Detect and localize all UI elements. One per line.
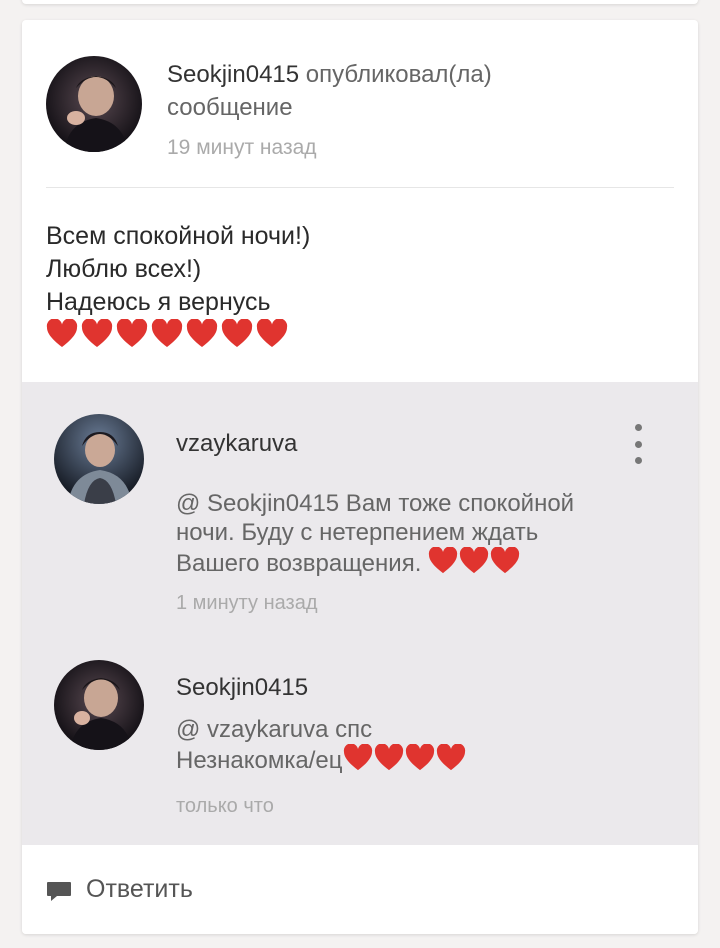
comment-text-line: Вашего возвращения. [176, 550, 422, 577]
comment-hearts [428, 547, 520, 575]
heart-icon [405, 744, 434, 771]
heart-icon [428, 547, 458, 574]
commenter-avatar[interactable] [54, 414, 144, 504]
comment-text-line: ночи. Буду с нетерпением ждать [176, 519, 539, 546]
post-body-line: Всем спокойной ночи!) [46, 222, 311, 250]
comment-hearts [343, 744, 466, 772]
post-hearts [46, 319, 666, 349]
comment-timestamp: только что [176, 795, 274, 817]
comment-icon [47, 882, 71, 901]
comment-text-line: Незнакомка/ец [176, 747, 343, 774]
post-action: опубликовал(ла) [305, 61, 492, 88]
heart-icon [46, 319, 78, 347]
post-timestamp: 19 минут назад [167, 136, 317, 159]
comment: Seokjin0415 @ vzaykaruva спс Незнакомка/… [22, 622, 698, 845]
heart-icon [459, 547, 489, 574]
post-body-line: Надеюсь я вернусь [46, 288, 271, 316]
post-body: Всем спокойной ночи!) Люблю всех!) Надею… [46, 220, 666, 349]
heart-icon [490, 547, 520, 574]
post-body-line: Люблю всех!) [46, 255, 202, 283]
author-avatar[interactable] [46, 56, 142, 152]
reply-label: Ответить [86, 875, 193, 903]
comment-text: @ Seokjin0415 Вам тоже спокойной ночи. Б… [176, 489, 646, 578]
heart-icon [343, 744, 372, 771]
commenter-name[interactable]: vzaykaruva [176, 430, 297, 458]
comments-section: vzaykaruva @ Seokjin0415 Вам тоже спокой… [22, 382, 698, 845]
heart-icon [374, 744, 403, 771]
more-options-icon[interactable] [632, 424, 644, 464]
heart-icon [221, 319, 253, 347]
comment: vzaykaruva @ Seokjin0415 Вам тоже спокой… [22, 382, 698, 622]
previous-card [22, 0, 698, 4]
comment-timestamp: 1 минуту назад [176, 592, 318, 614]
heart-icon [256, 319, 288, 347]
post-card: Seokjin0415 опубликовал(ла) сообщение 19… [22, 20, 698, 934]
comment-text: @ vzaykaruva спс Незнакомка/ец [176, 715, 646, 775]
commenter-avatar[interactable] [54, 660, 144, 750]
comment-text-line: @ vzaykaruva спс [176, 716, 373, 743]
comment-text-line: @ Seokjin0415 Вам тоже спокойной [176, 490, 575, 517]
heart-icon [151, 319, 183, 347]
commenter-name[interactable]: Seokjin0415 [176, 674, 308, 702]
heart-icon [186, 319, 218, 347]
heart-icon [436, 744, 465, 771]
divider [46, 187, 674, 188]
post-action-line2: сообщение [167, 94, 293, 121]
heart-icon [116, 319, 148, 347]
post-author-name[interactable]: Seokjin0415 [167, 61, 299, 88]
reply-button[interactable]: Ответить [22, 845, 698, 934]
heart-icon [81, 319, 113, 347]
